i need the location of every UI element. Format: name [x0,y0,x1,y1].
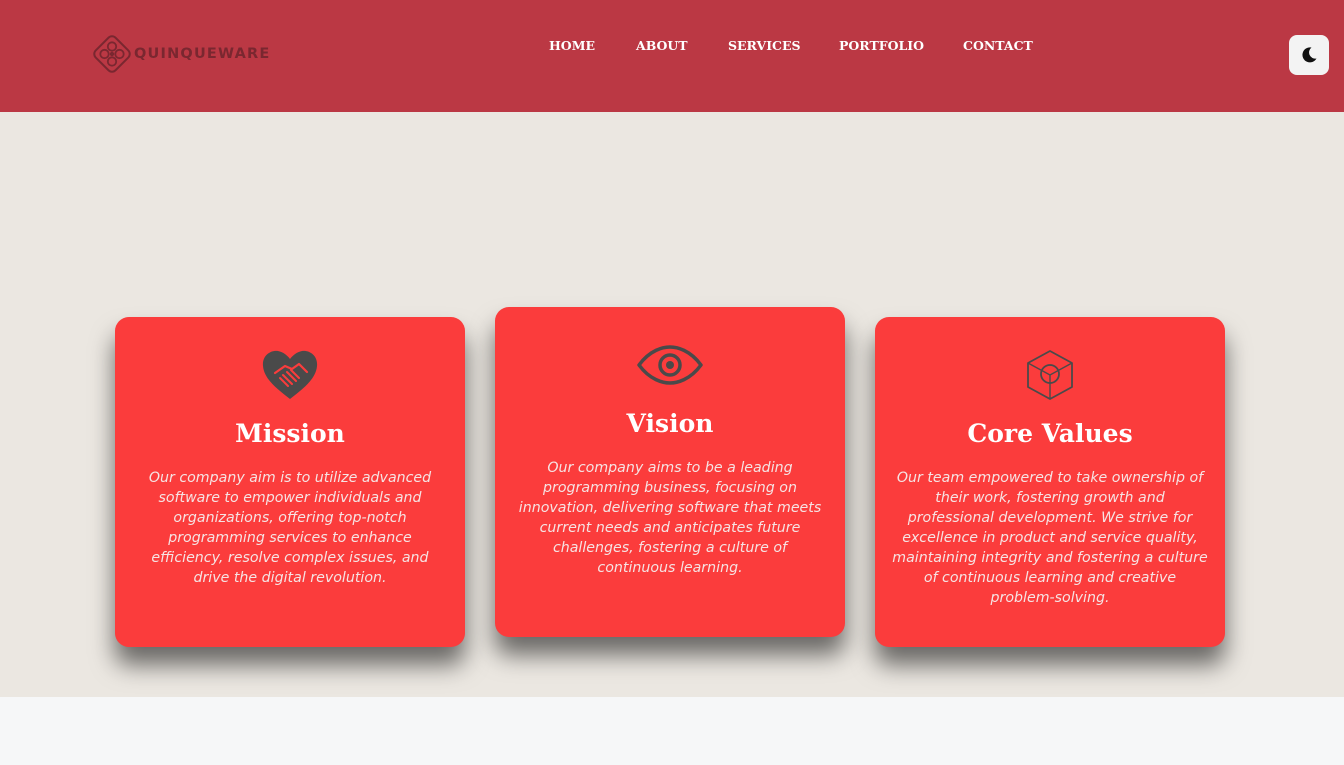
heart-handshake-icon [262,350,318,399]
nav-services[interactable]: SERVICES [728,38,839,54]
moon-icon [1302,47,1317,63]
brand-name: QUINQUEWARE [134,45,271,62]
brand-logo[interactable]: QUINQUEWARE [89,31,270,77]
card-title: Vision [626,409,714,438]
card-text: Our company aims to be a leading program… [518,460,822,576]
vision-card: Vision Our company aims to be a leading … [495,307,845,637]
card-title: Mission [235,419,345,448]
about-values-section: Mission Our company aim is to utilize ad… [0,112,1344,697]
card-text: Our company aim is to utilize advanced s… [148,470,432,586]
hexagon-circles-logo-icon [93,35,131,73]
hexagon-cube-icon [1027,350,1073,400]
core-values-card: Core Values Our team empowered to take o… [875,317,1225,647]
page-bottom-area [0,697,1344,765]
mission-card: Mission Our company aim is to utilize ad… [115,317,465,647]
nav-contact[interactable]: CONTACT [963,38,1033,54]
main-nav: HOME ABOUT SERVICES PORTFOLIO CONTACT [549,38,1033,54]
card-title: Core Values [967,419,1133,448]
eye-icon [637,345,703,385]
card-text: Our team empowered to take ownership of … [892,470,1208,606]
theme-toggle-button[interactable] [1289,35,1329,75]
nav-home[interactable]: HOME [549,38,636,54]
site-header: QUINQUEWARE HOME ABOUT SERVICES PORTFOLI… [0,0,1344,112]
nav-portfolio[interactable]: PORTFOLIO [839,38,963,54]
nav-about[interactable]: ABOUT [636,38,728,54]
